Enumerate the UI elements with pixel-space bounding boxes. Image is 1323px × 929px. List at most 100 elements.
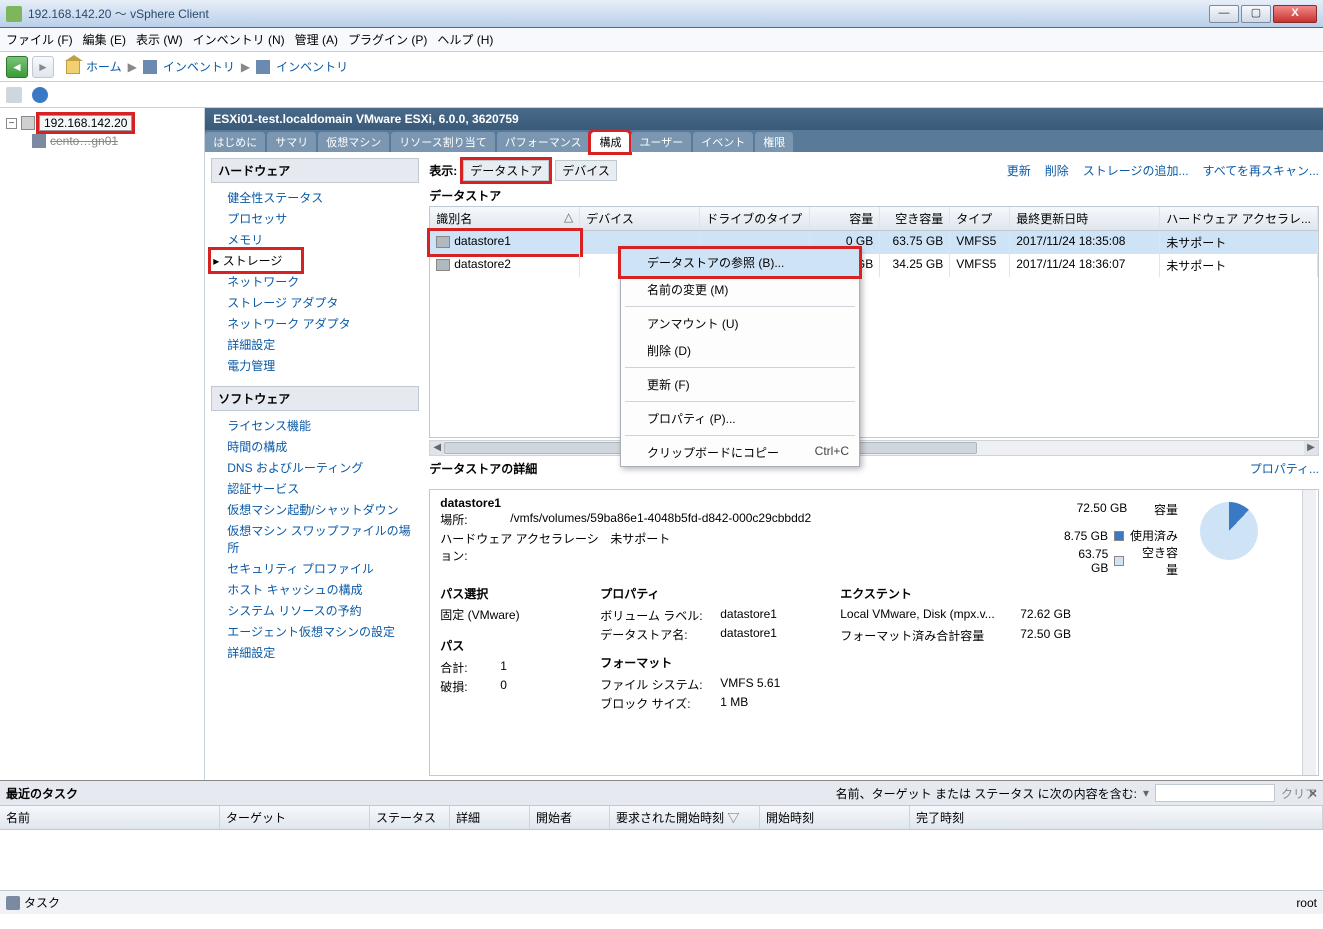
col-task-initiator[interactable]: 開始者 <box>530 806 610 829</box>
collapse-icon[interactable]: − <box>6 118 17 129</box>
col-free[interactable]: 空き容量 <box>880 207 950 230</box>
breadcrumb-home[interactable]: ホーム <box>86 58 122 75</box>
link-hw-adv[interactable]: 詳細設定 <box>211 334 419 355</box>
action-delete[interactable]: 削除 <box>1045 162 1069 179</box>
action-refresh[interactable]: 更新 <box>1007 162 1031 179</box>
link-memory[interactable]: メモリ <box>211 229 419 250</box>
view-datastore-button[interactable]: データストア <box>463 160 549 181</box>
menu-file[interactable]: ファイル (F) <box>6 31 73 48</box>
tool-icon-2[interactable] <box>32 87 48 103</box>
tab-performance[interactable]: パフォーマンス <box>497 132 590 152</box>
ctx-clipboard[interactable]: クリップボードにコピーCtrl+C <box>621 439 859 466</box>
tasks-filter-input[interactable] <box>1155 784 1275 802</box>
col-task-name[interactable]: 名前 <box>0 806 220 829</box>
menu-plugins[interactable]: プラグイン (P) <box>348 31 427 48</box>
grid-row-datastore2[interactable]: datastore2 5 GB 34.25 GB VMFS5 2017/11/2… <box>430 254 1318 277</box>
link-license[interactable]: ライセンス機能 <box>211 415 419 436</box>
breadcrumb-inv2[interactable]: インベントリ <box>276 58 348 75</box>
breadcrumb: ホーム ▶ インベントリ ▶ インベントリ <box>66 58 348 75</box>
cell-type: VMFS5 <box>950 254 1010 277</box>
view-device-button[interactable]: デバイス <box>555 160 617 181</box>
tasks-filter: 名前、ターゲット または ステータス に次の内容を含む: ▾ クリア <box>836 784 1317 802</box>
nav-back-button[interactable]: ◄ <box>6 56 28 78</box>
detail-props-link[interactable]: プロパティ... <box>1250 460 1319 477</box>
tree-host-label[interactable]: 192.168.142.20 <box>39 115 132 131</box>
ctx-rename[interactable]: 名前の変更 (M) <box>621 276 859 303</box>
grid-row-datastore1[interactable]: datastore1 0 GB 63.75 GB VMFS5 2017/11/2… <box>430 231 1318 254</box>
link-sw-adv[interactable]: 詳細設定 <box>211 642 419 663</box>
col-task-end[interactable]: 完了時刻 <box>910 806 1323 829</box>
link-cache[interactable]: ホスト キャッシュの構成 <box>211 579 419 600</box>
window-buttons: — ▢ X <box>1207 5 1317 23</box>
link-health[interactable]: 健全性ステータス <box>211 187 419 208</box>
menu-view[interactable]: 表示 (W) <box>136 31 183 48</box>
grid-scrollbar[interactable]: ◀ ▶ <box>429 440 1319 456</box>
link-network-adapter[interactable]: ネットワーク アダプタ <box>211 313 419 334</box>
ctx-props[interactable]: プロパティ (P)... <box>621 405 859 432</box>
tasks-title: 最近のタスク <box>6 785 78 802</box>
link-storage[interactable]: ストレージ <box>211 250 301 271</box>
ctx-unmount[interactable]: アンマウント (U) <box>621 310 859 337</box>
link-time[interactable]: 時間の構成 <box>211 436 419 457</box>
detail-vscrollbar[interactable] <box>1302 490 1316 775</box>
link-vmstart[interactable]: 仮想マシン起動/シャットダウン <box>211 499 419 520</box>
tree-host-node[interactable]: − 192.168.142.20 <box>6 114 198 132</box>
tab-users[interactable]: ユーザー <box>631 132 691 152</box>
action-add-storage[interactable]: ストレージの追加... <box>1083 162 1189 179</box>
col-hwaccel[interactable]: ハードウェア アクセラレ... <box>1160 207 1318 230</box>
scroll-right-icon[interactable]: ▶ <box>1304 441 1318 455</box>
menu-edit[interactable]: 編集 (E) <box>83 31 126 48</box>
sort-icon[interactable]: △ <box>564 210 573 224</box>
link-swap[interactable]: 仮想マシン スワップファイルの場所 <box>211 520 419 558</box>
tab-resource[interactable]: リソース割り当て <box>391 132 494 152</box>
link-security[interactable]: セキュリティ プロファイル <box>211 558 419 579</box>
col-updated[interactable]: 最終更新日時 <box>1010 207 1160 230</box>
menu-help[interactable]: ヘルプ (H) <box>437 31 493 48</box>
ctx-browse[interactable]: データストアの参照 (B)... <box>621 249 859 276</box>
link-dns[interactable]: DNS およびルーティング <box>211 457 419 478</box>
status-tasks[interactable]: タスク <box>24 894 60 911</box>
tab-configuration[interactable]: 構成 <box>591 132 629 152</box>
link-storage-adapter[interactable]: ストレージ アダプタ <box>211 292 419 313</box>
col-task-status[interactable]: ステータス <box>370 806 450 829</box>
nav-forward-button[interactable]: ► <box>32 56 54 78</box>
detail-header-row: データストアの詳細 プロパティ... <box>429 460 1319 477</box>
tab-events[interactable]: イベント <box>693 132 753 152</box>
tasks-filter-label: 名前、ターゲット または ステータス に次の内容を含む: <box>836 785 1137 802</box>
link-network[interactable]: ネットワーク <box>211 271 419 292</box>
tasks-close-icon[interactable]: × <box>1309 785 1317 801</box>
col-task-requested: 要求された開始時刻 ▽ <box>610 806 760 829</box>
ctx-refresh[interactable]: 更新 (F) <box>621 371 859 398</box>
tree-vm-node[interactable]: cento…gn01 <box>32 134 198 148</box>
tab-vms[interactable]: 仮想マシン <box>318 132 389 152</box>
menu-inventory[interactable]: インベントリ (N) <box>193 31 285 48</box>
link-power[interactable]: 電力管理 <box>211 355 419 376</box>
pie-chart <box>1200 502 1258 560</box>
tab-permissions[interactable]: 権限 <box>755 132 793 152</box>
breadcrumb-inv1[interactable]: インベントリ <box>163 58 235 75</box>
cap-label: 容量 <box>1154 501 1178 518</box>
ctx-delete[interactable]: 削除 (D) <box>621 337 859 364</box>
col-capacity[interactable]: 容量 <box>810 207 880 230</box>
tab-getting-started[interactable]: はじめに <box>205 132 265 152</box>
tool-icon-1[interactable] <box>6 87 22 103</box>
dropdown-icon[interactable]: ▾ <box>1143 786 1149 800</box>
col-type[interactable]: タイプ <box>950 207 1010 230</box>
maximize-button[interactable]: ▢ <box>1241 5 1271 23</box>
col-task-target[interactable]: ターゲット <box>220 806 370 829</box>
minimize-button[interactable]: — <box>1209 5 1239 23</box>
col-drivetype[interactable]: ドライブのタイプ <box>700 207 810 230</box>
link-agent[interactable]: エージェント仮想マシンの設定 <box>211 621 419 642</box>
link-cpu[interactable]: プロセッサ <box>211 208 419 229</box>
tab-summary[interactable]: サマリ <box>267 132 316 152</box>
close-button[interactable]: X <box>1273 5 1317 23</box>
action-rescan[interactable]: すべてを再スキャン... <box>1203 162 1319 179</box>
col-task-start[interactable]: 開始時刻 <box>760 806 910 829</box>
link-auth[interactable]: 認証サービス <box>211 478 419 499</box>
col-device[interactable]: デバイス <box>580 207 700 230</box>
detail-lower-cols: パス選択 固定 (VMware) パス 合計:1 破損:0 プロパティ ボリュー… <box>440 585 1308 713</box>
col-task-detail[interactable]: 詳細 <box>450 806 530 829</box>
link-sysres[interactable]: システム リソースの予約 <box>211 600 419 621</box>
scroll-left-icon[interactable]: ◀ <box>430 441 444 455</box>
menu-admin[interactable]: 管理 (A) <box>295 31 338 48</box>
